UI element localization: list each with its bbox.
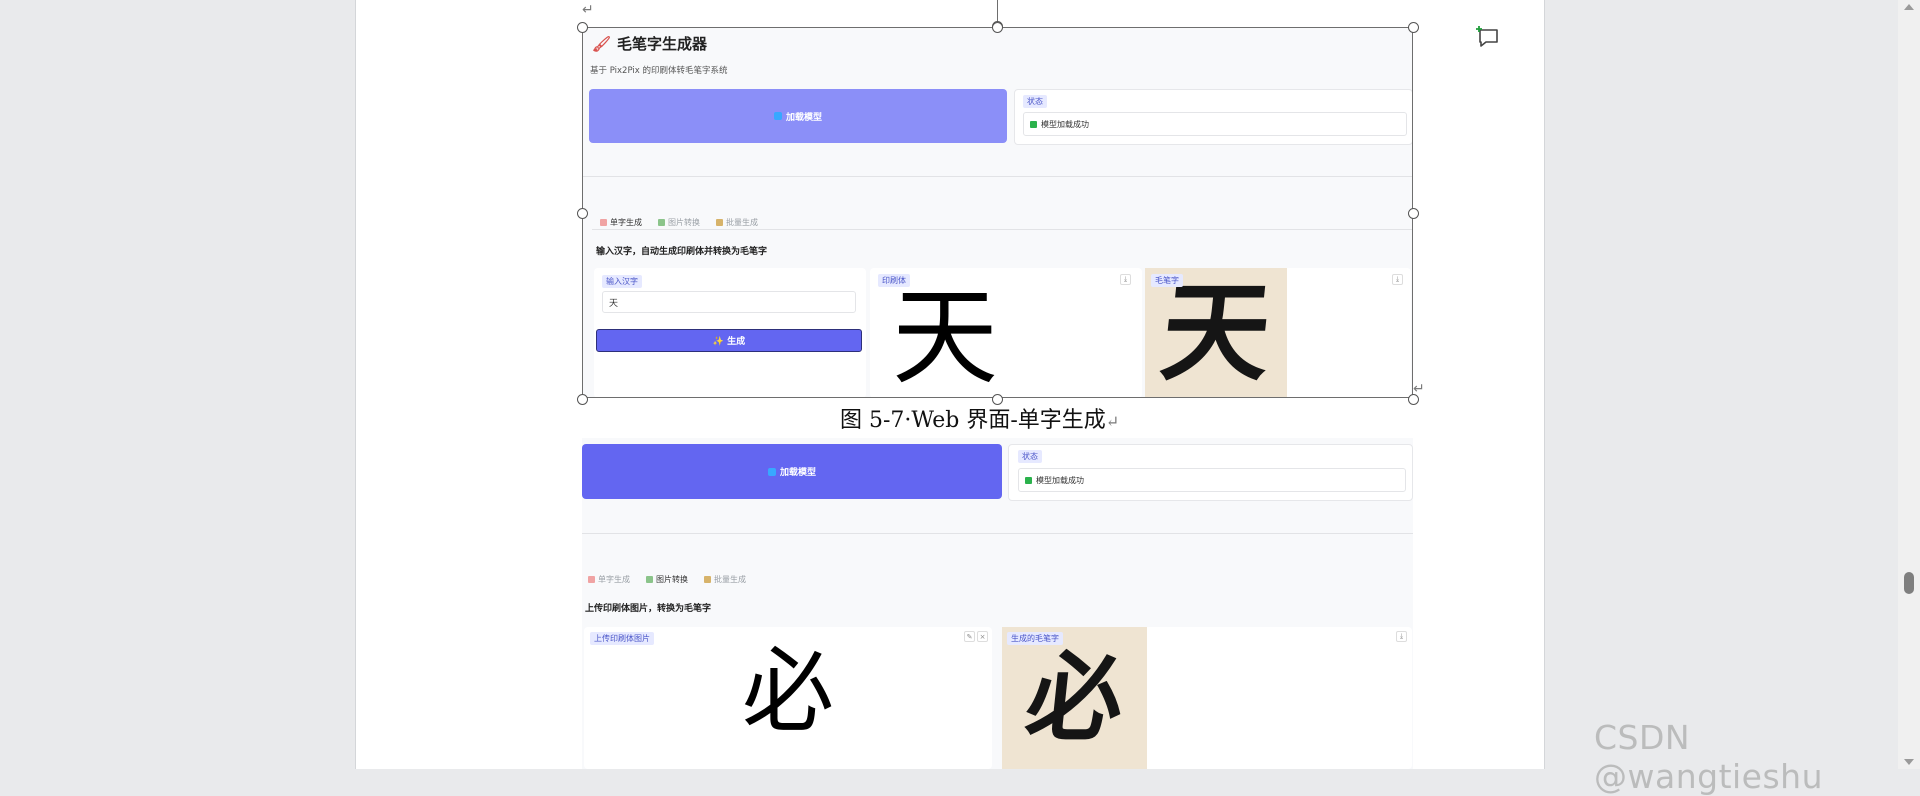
resize-handle-l[interactable] <box>577 208 588 219</box>
resize-handle-tr[interactable] <box>1408 22 1419 33</box>
tab-image-convert[interactable]: 图片转换 <box>646 574 688 585</box>
tab-bar: 单字生成 图片转换 批量生成 <box>600 217 758 228</box>
image-icon <box>646 576 653 583</box>
refresh-icon <box>773 112 782 120</box>
status-tag: 状态 <box>1023 95 1047 108</box>
tab-image-convert[interactable]: 图片转换 <box>658 217 700 228</box>
scroll-up-arrow-icon[interactable] <box>1904 4 1914 10</box>
brush-image: 天 <box>1145 268 1287 398</box>
download-icon[interactable]: ⤓ <box>1120 274 1131 285</box>
check-icon <box>1030 120 1037 128</box>
upload-tag: 上传印刷体图片 <box>590 632 654 645</box>
load-model-button[interactable]: 加载模型 <box>582 444 1002 499</box>
tab-bar: 单字生成 图片转换 批量生成 <box>588 574 746 585</box>
close-icon[interactable]: × <box>977 631 988 642</box>
result-tag: 生成的毛笔字 <box>1007 632 1063 645</box>
download-icon[interactable]: ⤓ <box>1396 631 1407 642</box>
tab-underline <box>592 229 1413 230</box>
status-field: 模型加载成功 <box>1018 468 1406 492</box>
paragraph-mark: ↵ <box>582 2 594 18</box>
download-icon[interactable]: ⤓ <box>1392 274 1403 285</box>
print-char: 天 <box>892 276 998 398</box>
tab-batch-generate[interactable]: 批量生成 <box>716 217 758 228</box>
tab-batch-generate[interactable]: 批量生成 <box>704 574 746 585</box>
tab-single-char[interactable]: 单字生成 <box>588 574 630 585</box>
vertical-scrollbar[interactable] <box>1898 0 1920 769</box>
tab-single-char[interactable]: 单字生成 <box>600 217 642 228</box>
refresh-icon <box>767 467 776 476</box>
image-rotation-line <box>997 0 998 22</box>
watermark: CSDN @wangtieshu <box>1594 718 1824 796</box>
input-tag: 输入汉字 <box>602 275 642 288</box>
figure-caption: 图 5-7·Web 界面-单字生成↵ <box>840 408 1120 433</box>
char-input[interactable]: 天 <box>602 291 856 313</box>
app-title: 🖌 毛笔字生成器 <box>592 35 708 53</box>
divider <box>582 533 1413 534</box>
brush-icon: 🖌 <box>592 35 612 53</box>
app-subtitle: 基于 Pix2Pix 的印刷体转毛笔字系统 <box>590 66 728 76</box>
resize-handle-tl[interactable] <box>577 22 588 33</box>
upload-print-char: 必 <box>742 638 835 745</box>
status-field: 模型加载成功 <box>1023 112 1407 136</box>
status-tag: 状态 <box>1018 450 1042 463</box>
result-brush-image: 必 <box>1002 627 1147 769</box>
section-title: 输入汉字，自动生成印刷体并转换为毛笔字 <box>596 247 768 257</box>
edit-icon[interactable]: ✎ <box>964 631 975 642</box>
books-icon <box>704 576 711 583</box>
paragraph-mark: ↵ <box>1413 381 1425 397</box>
resize-handle-bl[interactable] <box>577 394 588 405</box>
divider <box>582 176 1413 177</box>
generate-button[interactable]: ✨ 生成 <box>596 329 862 352</box>
books-icon <box>716 219 723 226</box>
load-model-button[interactable]: 加载模型 <box>589 89 1007 143</box>
resize-handle-r[interactable] <box>1408 208 1419 219</box>
pencil-icon <box>588 576 595 583</box>
add-comment-icon[interactable] <box>1475 24 1501 50</box>
brush-panel-tag: 毛笔字 <box>1151 274 1183 287</box>
check-icon <box>1025 476 1032 484</box>
embedded-screenshot-image-convert[interactable]: 加载模型 状态 模型加载成功 单字生成 图片转换 批量生成 上传印刷体图片，转换… <box>582 438 1413 769</box>
pencil-icon <box>600 219 607 226</box>
resize-handle-t[interactable] <box>992 22 1003 33</box>
scroll-thumb[interactable] <box>1904 572 1914 594</box>
image-icon <box>658 219 665 226</box>
embedded-screenshot-single-char[interactable]: 🖌 毛笔字生成器 基于 Pix2Pix 的印刷体转毛笔字系统 加载模型 状态 模型… <box>582 27 1413 398</box>
section-title: 上传印刷体图片，转换为毛笔字 <box>585 604 712 614</box>
